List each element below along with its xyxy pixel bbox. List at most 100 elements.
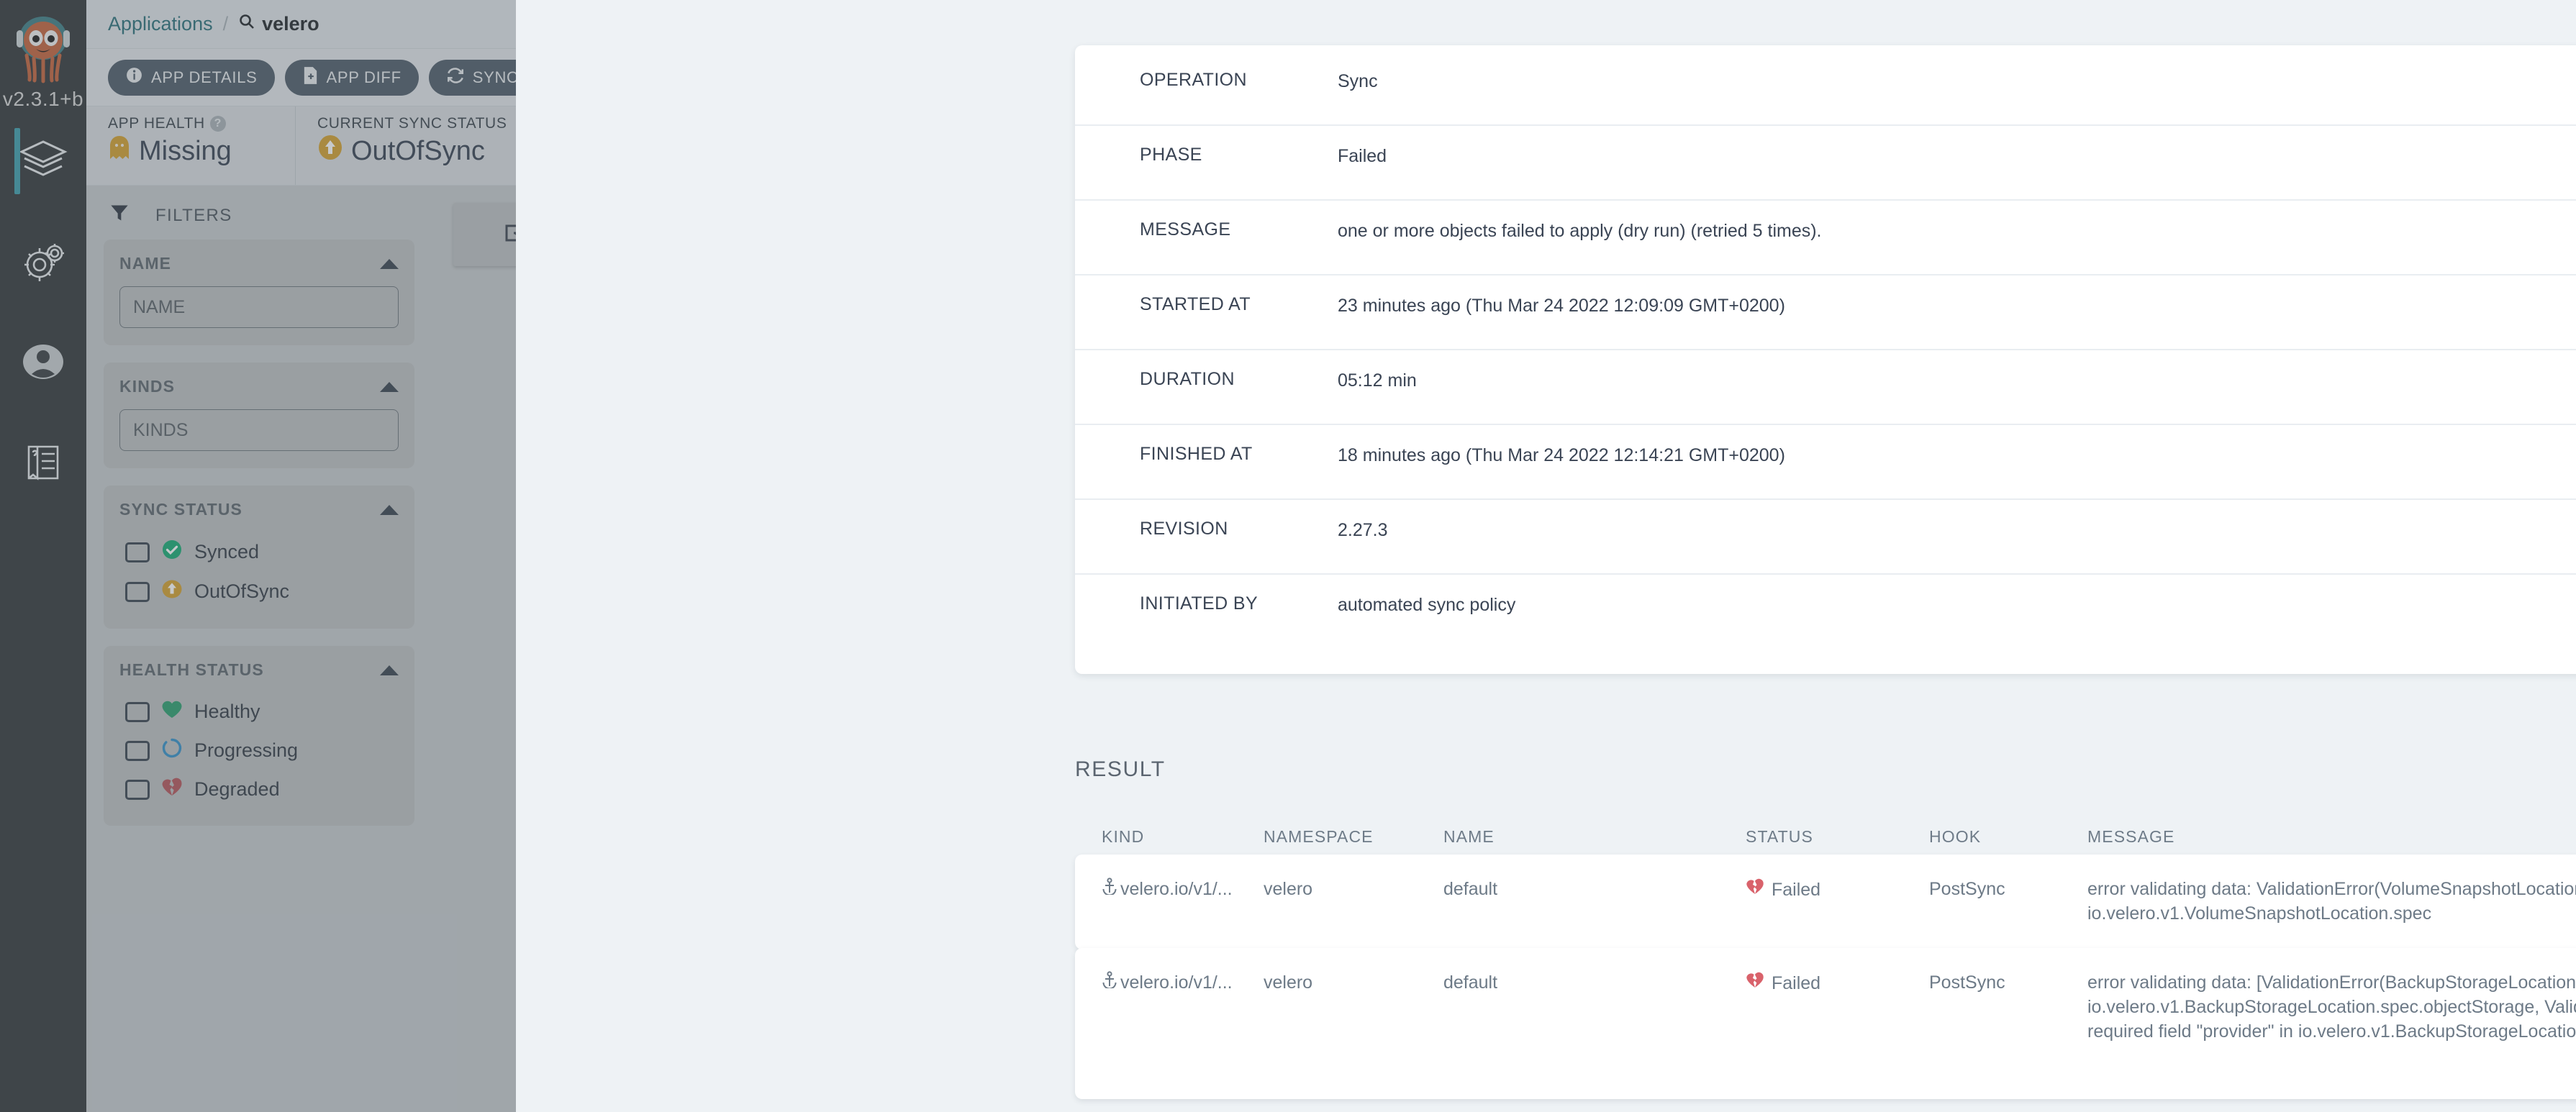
search-icon xyxy=(238,13,255,35)
sidebar-item-applications[interactable] xyxy=(0,111,86,211)
chevron-up-icon[interactable] xyxy=(380,665,399,675)
name-filter-input[interactable] xyxy=(119,286,399,328)
filter-group-health-status: HEALTH STATUS Healthy xyxy=(104,646,414,826)
filter-option-synced-label: Synced xyxy=(194,541,259,563)
info-label-message: MESSAGE xyxy=(1140,219,1338,240)
filter-group-kinds-header[interactable]: KINDS xyxy=(119,377,399,396)
cell-status-text: Failed xyxy=(1772,972,1820,996)
progressing-checkbox[interactable] xyxy=(125,741,150,761)
filter-option-progressing[interactable]: Progressing xyxy=(119,731,399,770)
result-section-header: RESULT STATUS HOOK xyxy=(1075,748,2576,791)
result-title: RESULT xyxy=(1075,757,1166,782)
layers-icon xyxy=(19,139,68,183)
info-row-operation: OPERATION Sync xyxy=(1075,51,2576,126)
filter-group-kinds-title: KINDS xyxy=(119,377,175,396)
filter-group-name-title: NAME xyxy=(119,254,171,273)
sidebar-item-user-info[interactable] xyxy=(0,312,86,413)
app-health-cell: APP HEALTH ? Missing xyxy=(86,106,295,185)
check-circle-icon xyxy=(161,539,183,565)
filter-group-sync-status-header[interactable]: SYNC STATUS xyxy=(119,500,399,519)
app-health-value-row: Missing xyxy=(108,135,295,168)
breadcrumb-current: velero xyxy=(238,13,319,35)
filter-option-outofsync-label: OutOfSync xyxy=(194,580,289,603)
info-value-started-at: 23 minutes ago (Thu Mar 24 2022 12:09:09… xyxy=(1338,294,2576,319)
filter-group-name-header[interactable]: NAME xyxy=(119,254,399,273)
user-icon xyxy=(22,342,65,383)
filter-option-outofsync[interactable]: OutOfSync xyxy=(119,572,399,611)
info-value-message: one or more objects failed to apply (dry… xyxy=(1338,219,2576,244)
filters-pane: FILTERS NAME KINDS xyxy=(86,186,432,1112)
anchor-icon xyxy=(1102,971,1117,995)
cell-message: error validating data: ValidationError(V… xyxy=(2087,878,2576,926)
file-diff-icon xyxy=(302,66,319,89)
synced-checkbox[interactable] xyxy=(125,542,150,562)
info-value-finished-at: 18 minutes ago (Thu Mar 24 2022 12:14:21… xyxy=(1338,444,2576,468)
chevron-up-icon[interactable] xyxy=(380,505,399,515)
kinds-filter-input[interactable] xyxy=(119,409,399,451)
info-label-finished-at: FINISHED AT xyxy=(1140,444,1338,465)
app-diff-label: APP DIFF xyxy=(327,68,402,87)
column-header-kind: KIND xyxy=(1102,827,1264,847)
filter-option-healthy-label: Healthy xyxy=(194,701,260,723)
info-row-revision: REVISION 2.27.3 xyxy=(1075,500,2576,575)
cell-kind-text: velero.io/v1/... xyxy=(1120,878,1233,902)
heart-icon xyxy=(161,699,183,724)
sync-icon xyxy=(446,66,465,89)
filter-group-health-status-header[interactable]: HEALTH STATUS xyxy=(119,660,399,680)
argo-logo[interactable] xyxy=(10,13,76,85)
cell-name: default xyxy=(1443,878,1746,902)
info-label-operation: OPERATION xyxy=(1140,70,1338,91)
filter-group-health-status-title: HEALTH STATUS xyxy=(119,660,264,680)
info-label-phase: PHASE xyxy=(1140,145,1338,165)
modal-scroll-area[interactable]: OPERATION Sync PHASE Failed MESSAGE one … xyxy=(516,0,2576,1112)
funnel-icon xyxy=(109,203,130,228)
info-value-duration: 05:12 min xyxy=(1338,369,2576,393)
anchor-icon xyxy=(1102,878,1117,902)
sync-status-caption: CURRENT SYNC STATUS xyxy=(317,115,507,132)
info-icon xyxy=(125,66,143,88)
info-row-duration: DURATION 05:12 min xyxy=(1075,350,2576,425)
table-row[interactable]: velero.io/v1/... velero default Failed P… xyxy=(1075,948,2576,1099)
cell-hook: PostSync xyxy=(1929,971,2087,995)
table-row[interactable]: velero.io/v1/... velero default Failed P… xyxy=(1075,854,2576,949)
filter-option-healthy[interactable]: Healthy xyxy=(119,693,399,731)
outofsync-checkbox[interactable] xyxy=(125,582,150,602)
operation-details-modal: OPERATION Sync PHASE Failed MESSAGE one … xyxy=(516,0,2576,1112)
cell-name: default xyxy=(1443,971,1746,995)
filter-group-name: NAME xyxy=(104,240,414,345)
chevron-up-icon[interactable] xyxy=(380,382,399,392)
filters-header: FILTERS xyxy=(104,203,414,228)
version-label: v2.3.1+b xyxy=(0,88,86,111)
app-diff-button[interactable]: APP DIFF xyxy=(285,60,419,96)
current-sync-status-cell: CURRENT SYNC STATUS OutOfSync xyxy=(295,106,507,185)
info-row-finished-at: FINISHED AT 18 minutes ago (Thu Mar 24 2… xyxy=(1075,425,2576,500)
filter-group-kinds: KINDS xyxy=(104,363,414,468)
sidebar-item-settings[interactable] xyxy=(0,211,86,312)
heart-broken-icon xyxy=(161,777,183,802)
healthy-checkbox[interactable] xyxy=(125,702,150,722)
degraded-checkbox[interactable] xyxy=(125,780,150,800)
chevron-up-icon[interactable] xyxy=(380,259,399,269)
sidebar-item-documentation[interactable] xyxy=(0,413,86,514)
info-label-initiated-by: INITIATED BY xyxy=(1140,593,1338,614)
filter-option-degraded-label: Degraded xyxy=(194,778,280,801)
sync-label: SYNC xyxy=(473,68,519,87)
result-table-header: KIND NAMESPACE NAME STATUS HOOK MESSAGE xyxy=(1075,827,2576,847)
app-details-button[interactable]: APP DETAILS xyxy=(108,60,275,96)
filter-option-progressing-label: Progressing xyxy=(194,739,298,762)
breadcrumb-separator: / xyxy=(223,13,229,35)
filter-option-synced[interactable]: Synced xyxy=(119,532,399,572)
cell-kind: velero.io/v1/... xyxy=(1102,878,1264,902)
arrow-up-circle-icon xyxy=(317,135,343,168)
filter-option-degraded[interactable]: Degraded xyxy=(119,770,399,808)
info-label-revision: REVISION xyxy=(1140,519,1338,539)
info-label-started-at: STARTED AT xyxy=(1140,294,1338,315)
filter-group-sync-status-title: SYNC STATUS xyxy=(119,500,242,519)
spinner-circle-icon xyxy=(161,737,183,764)
breadcrumb-applications-link[interactable]: Applications xyxy=(108,13,213,35)
app-health-caption: APP HEALTH ? xyxy=(108,115,295,132)
column-header-name: NAME xyxy=(1443,827,1746,847)
question-icon[interactable]: ? xyxy=(210,116,226,132)
info-row-initiated-by: INITIATED BY automated sync policy xyxy=(1075,575,2576,650)
cell-hook: PostSync xyxy=(1929,878,2087,902)
